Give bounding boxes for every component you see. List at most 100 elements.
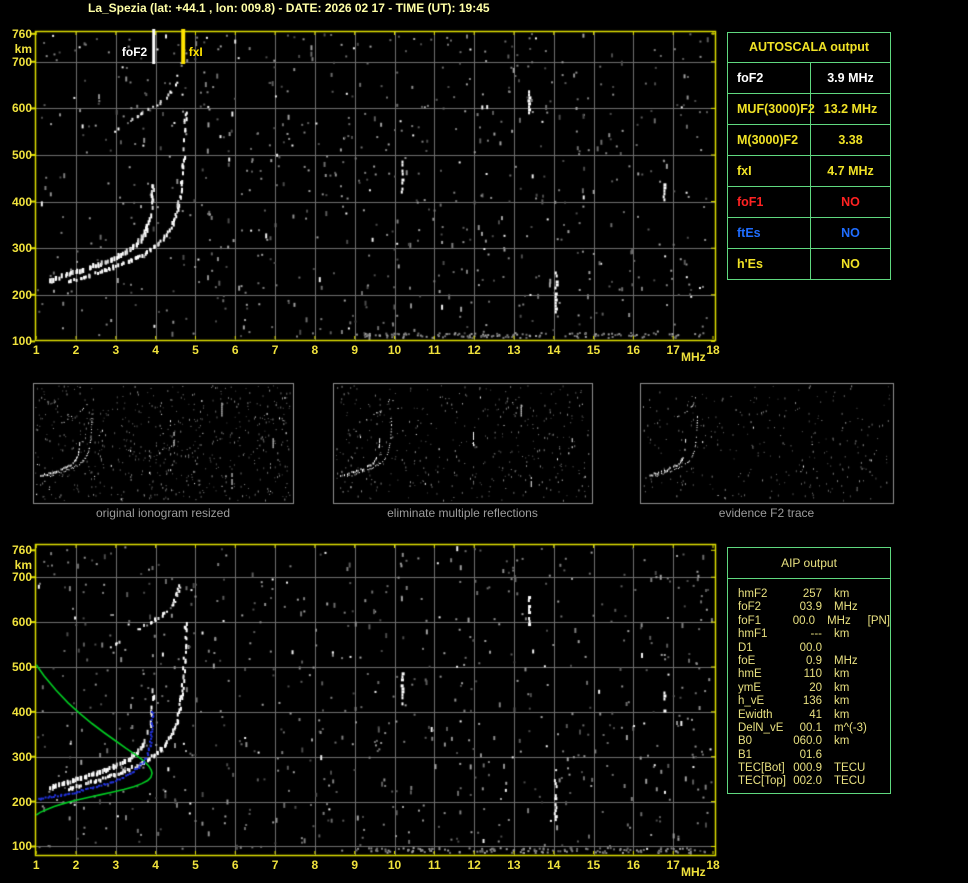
y-axis-unit-label: km xyxy=(14,558,32,573)
aip-extra xyxy=(876,695,878,708)
y-axis-unit-label: km xyxy=(14,41,32,56)
autoscala-row-label: foF1 xyxy=(728,187,811,217)
aip-extra xyxy=(876,775,878,788)
x-tick-label: 16 xyxy=(626,343,641,357)
y-tick-label: 600 xyxy=(11,615,32,630)
x-tick-label: 9 xyxy=(351,858,359,872)
aip-unit: MHz xyxy=(827,614,851,627)
autoscala-row-label: M(3000)F2 xyxy=(728,125,811,155)
y-tick-label: 700 xyxy=(11,570,32,585)
aip-value: 060.0 xyxy=(793,735,822,748)
autoscala-table-title: AUTOSCALA output xyxy=(728,33,890,63)
aip-label: D1 xyxy=(738,641,753,654)
aip-row-fof1: foF1 00.0 MHz [PN] xyxy=(738,615,890,628)
aip-row-hmf2: hmF2 257 km xyxy=(738,588,890,601)
aip-extra xyxy=(876,642,878,655)
aip-extra xyxy=(876,682,878,695)
autoscala-row-fxi: fxI 4.7 MHz xyxy=(728,156,890,187)
x-tick-label: 11 xyxy=(427,858,441,872)
aip-value: 01.6 xyxy=(799,748,822,761)
aip-value: 00.1 xyxy=(799,721,822,734)
y-tick-label: 400 xyxy=(11,704,32,719)
aip-extra xyxy=(876,722,878,735)
autoscala-row-value: NO xyxy=(841,195,860,209)
autoscala-row-value: 4.7 MHz xyxy=(827,164,874,178)
aip-value: 03.9 xyxy=(799,601,822,614)
x-tick-label: 5 xyxy=(192,858,199,872)
x-tick-label: 7 xyxy=(271,858,279,872)
x-tick-label: 3 xyxy=(112,858,120,872)
x-tick-label: 9 xyxy=(351,343,359,357)
autoscala-row-value: 3.9 MHz xyxy=(827,71,874,85)
aip-unit xyxy=(822,642,876,655)
aip-row-fof2: foF2 03.9 MHz xyxy=(738,601,890,614)
autoscala-row-fof1: foF1 NO xyxy=(728,187,890,218)
aip-row-delnve: DelN_vE 00.1 m^(-3) xyxy=(738,722,890,735)
aip-table: AIP output hmF2 257 km foF2 03.9 MHz foF1 00.0 M… xyxy=(727,547,891,794)
x-tick-label: 14 xyxy=(547,343,561,357)
x-tick-label: 16 xyxy=(626,858,641,872)
fxi-marker-label: fxI xyxy=(188,45,203,59)
y-tick-label: 300 xyxy=(11,749,32,764)
autoscala-row-fof2: foF2 3.9 MHz xyxy=(728,63,890,94)
autoscala-row-value: 3.38 xyxy=(838,133,863,147)
aip-extra xyxy=(876,668,878,681)
aip-extra xyxy=(876,762,878,775)
thumbnail-caption-eliminate: eliminate multiple reflections xyxy=(387,506,538,520)
page-title: La_Spezia (lat: +44.1 , lon: 009.8) - DA… xyxy=(88,1,490,15)
aip-value: 41 xyxy=(809,708,822,721)
aip-unit xyxy=(822,749,876,762)
y-tick-label: 200 xyxy=(11,287,32,302)
aip-label: hmF2 xyxy=(738,588,768,600)
aip-unit: km xyxy=(834,681,850,694)
autoscala-row-label: h'Es xyxy=(728,249,811,279)
aip-label: h_vE xyxy=(738,695,765,708)
x-tick-label: 13 xyxy=(507,343,521,357)
thumbnail-caption-original: original ionogram resized xyxy=(95,506,231,520)
aip-row-yme: ymE 20 km xyxy=(738,682,890,695)
x-tick-label: 13 xyxy=(507,858,521,872)
aip-unit: m^(-3) xyxy=(834,721,867,734)
autoscala-row-label: ftEs xyxy=(728,218,811,248)
aip-row-ewidth: Ewidth 41 km xyxy=(738,709,890,722)
aip-unit: km xyxy=(834,588,850,600)
aip-label: TEC[Bot] xyxy=(738,762,785,775)
autoscala-table: AUTOSCALA output foF2 3.9 MHz MUF(3000)F2 1… xyxy=(727,32,891,280)
aip-table-title: AIP output xyxy=(728,548,890,579)
autoscala-app-window: La_Spezia (lat: +44.1 , lon: 009.8) - DA… xyxy=(0,0,968,883)
x-axis-unit-label: MHz xyxy=(681,865,706,879)
aip-label: foF1 xyxy=(738,614,762,627)
aip-label: hmF1 xyxy=(738,628,768,641)
x-tick-label: 14 xyxy=(547,858,561,872)
autoscala-row-value: NO xyxy=(841,257,860,271)
aip-extra xyxy=(876,749,878,762)
x-tick-label: 10 xyxy=(387,858,402,872)
aip-extra xyxy=(876,735,878,748)
y-tick-label: 300 xyxy=(11,241,32,256)
y-tick-label: 600 xyxy=(11,101,32,116)
autoscala-row-hes: h'Es NO xyxy=(728,249,890,279)
aip-value: 0.9 xyxy=(806,654,822,667)
aip-extra: [PN] xyxy=(867,614,890,627)
x-tick-label: 5 xyxy=(192,343,199,357)
aip-label: foE xyxy=(738,654,756,667)
aip-value: 257 xyxy=(802,588,822,600)
y-tick-label: 500 xyxy=(11,659,32,674)
aip-unit: MHz xyxy=(834,601,858,614)
aip-unit: TECU xyxy=(834,762,866,775)
autoscala-row-label: foF2 xyxy=(728,63,811,93)
aip-extra xyxy=(876,709,878,722)
aip-value: 136 xyxy=(802,695,822,708)
aip-extra xyxy=(876,655,878,668)
thumbnail-caption-evidence: evidence F2 trace xyxy=(718,506,815,520)
x-tick-label: 6 xyxy=(231,858,239,872)
x-tick-label: 12 xyxy=(467,858,481,872)
x-tick-label: 7 xyxy=(271,343,279,357)
aip-unit: km xyxy=(834,735,850,748)
aip-row-hme: hmE 110 km xyxy=(738,668,890,681)
autoscala-row-label: fxI xyxy=(728,156,811,186)
aip-label: DelN_vE xyxy=(738,721,784,734)
autoscala-row-ftes: ftEs NO xyxy=(728,218,890,249)
aip-value: 000.9 xyxy=(793,762,822,775)
autoscala-row-muf3000f2: MUF(3000)F2 13.2 MHz xyxy=(728,94,890,125)
